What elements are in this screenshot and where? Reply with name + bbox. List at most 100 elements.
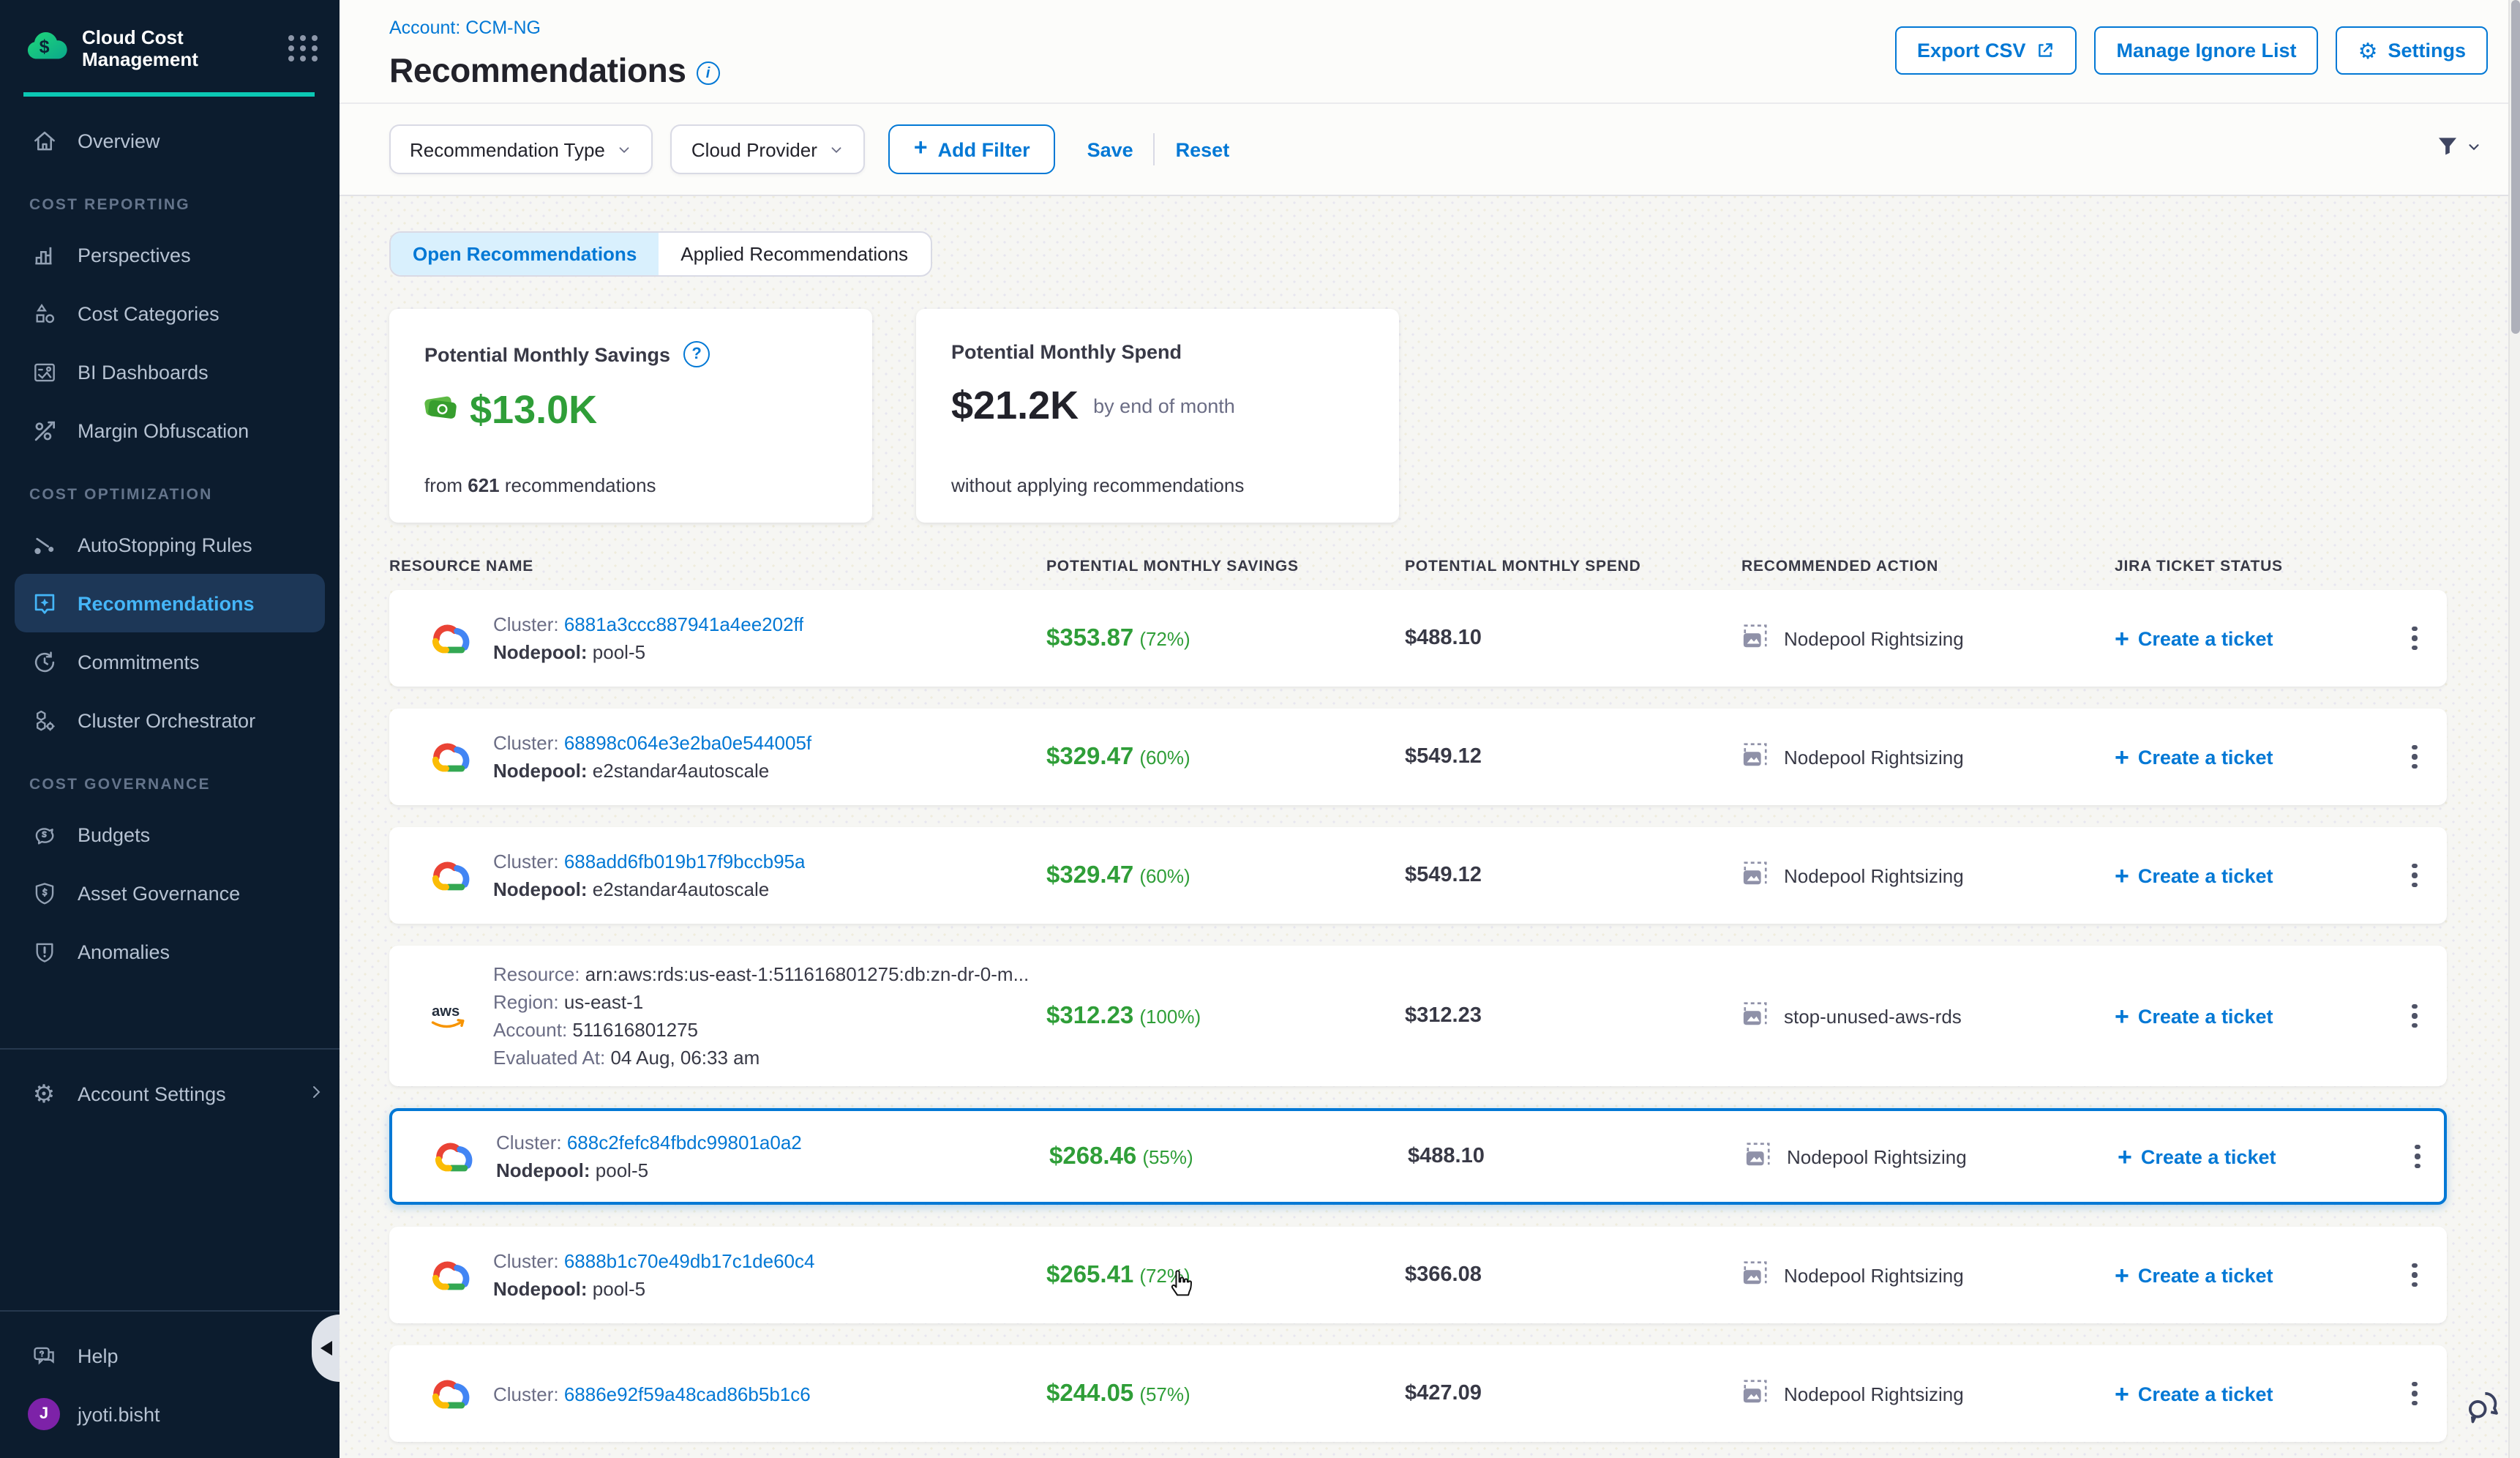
table-row[interactable]: Cluster: 6886e92f59a48cad86b5b1c6$244.05… (389, 1345, 2447, 1442)
svg-text:aws: aws (432, 1003, 460, 1020)
gcp-logo-icon (427, 739, 471, 775)
row-menu-kebab-icon[interactable] (2393, 1000, 2437, 1033)
sidebar-section-label: COST OPTIMIZATION (0, 460, 340, 515)
sidebar: $ Cloud CostManagement OverviewCOST REPO… (0, 0, 340, 1458)
sidebar-item-commitments[interactable]: Commitments (0, 632, 340, 691)
row-menu-kebab-icon[interactable] (2393, 622, 2437, 655)
sidebar-item-asset-governance[interactable]: Asset Governance (0, 864, 340, 922)
recommendation-type-dropdown[interactable]: Recommendation Type (389, 124, 653, 174)
chevron-down-icon (617, 141, 633, 157)
row-menu-kebab-icon[interactable] (2396, 1140, 2440, 1173)
manage-ignore-list-button[interactable]: Manage Ignore List (2095, 26, 2319, 75)
resource-link[interactable]: 68898c064e3e2ba0e544005f (564, 732, 811, 754)
sidebar-header: $ Cloud CostManagement (0, 0, 340, 97)
aws-logo-icon: aws (427, 1000, 471, 1032)
sidebar-item-label: Overview (78, 130, 160, 152)
table-row[interactable]: Cluster: 688add6fb019b17f9bccb95aNodepoo… (389, 827, 2447, 924)
resource-line-value: pool-5 (593, 1278, 645, 1300)
sidebar-item-recommendations[interactable]: Recommendations (15, 574, 325, 632)
create-ticket-button[interactable]: +Create a ticket (2115, 1003, 2393, 1028)
sidebar-item-margin-obfuscation[interactable]: Margin Obfuscation (0, 401, 340, 460)
sidebar-accent-underline (23, 92, 315, 97)
resource-link[interactable]: 688c2fefc84fbdc99801a0a2 (567, 1132, 802, 1154)
sidebar-item-help[interactable]: Help (0, 1326, 340, 1385)
potential-monthly-spend-value: $312.23 (1405, 1004, 1741, 1028)
row-menu-kebab-icon[interactable] (2393, 859, 2437, 892)
sidebar-item-anomalies[interactable]: Anomalies (0, 922, 340, 981)
table-row[interactable]: Cluster: 6888b1c70e49db17c1de60c4Nodepoo… (389, 1227, 2447, 1323)
funnel-icon (2435, 133, 2460, 165)
create-ticket-button[interactable]: +Create a ticket (2115, 1381, 2393, 1406)
sidebar-item-label: Perspectives (78, 244, 191, 266)
reset-filter-button[interactable]: Reset (1176, 138, 1230, 160)
col-potential-monthly-spend: POTENTIAL MONTHLY SPEND (1405, 558, 1741, 575)
rightsizing-action-icon (1741, 1259, 1769, 1291)
save-filter-button[interactable]: Save (1087, 138, 1133, 160)
resource-line-label: Region: (493, 991, 564, 1013)
gear-icon: ⚙ (2358, 37, 2378, 64)
sidebar-item-cost-categories[interactable]: Cost Categories (0, 284, 340, 343)
sidebar-item-label: Commitments (78, 651, 200, 673)
recommended-action-label: Nodepool Rightsizing (1784, 1264, 1964, 1286)
tab-applied-recommendations[interactable]: Applied Recommendations (659, 233, 930, 275)
info-icon[interactable]: i (697, 61, 720, 85)
create-ticket-button[interactable]: +Create a ticket (2115, 744, 2393, 769)
question-icon[interactable]: ? (683, 341, 710, 367)
export-csv-button[interactable]: Export CSV (1895, 26, 2077, 75)
spend-card-title: Potential Monthly Spend (951, 341, 1182, 363)
shield-alert-icon (29, 937, 59, 966)
shield-dollar-icon (29, 878, 59, 908)
col-potential-monthly-savings: POTENTIAL MONTHLY SAVINGS (1046, 558, 1405, 575)
sidebar-item-autostopping-rules[interactable]: AutoStopping Rules (0, 515, 340, 574)
resource-line-label: Cluster: (493, 1383, 564, 1405)
table-row[interactable]: Cluster: 6881a3ccc887941a4ee202ffNodepoo… (389, 590, 2447, 687)
plus-icon: + (914, 136, 928, 162)
resource-link[interactable]: 6881a3ccc887941a4ee202ff (564, 613, 804, 635)
chevron-down-icon (829, 141, 845, 157)
resource-line-value: pool-5 (593, 641, 645, 663)
plus-icon: + (2115, 744, 2129, 769)
breadcrumb-account-link[interactable]: Account: CCM-NG (389, 18, 541, 38)
create-ticket-button[interactable]: +Create a ticket (2115, 1263, 2393, 1287)
rightsizing-action-icon (1744, 1140, 1772, 1173)
resource-line-label: Cluster: (493, 613, 564, 635)
row-menu-kebab-icon[interactable] (2393, 741, 2437, 774)
app-grid-icon[interactable] (288, 35, 319, 61)
create-ticket-button[interactable]: +Create a ticket (2118, 1144, 2396, 1169)
support-chat-icon[interactable] (2463, 1388, 2502, 1435)
row-menu-kebab-icon[interactable] (2393, 1377, 2437, 1410)
sidebar-item-overview[interactable]: Overview (0, 111, 340, 170)
resource-line-label: Nodepool: (493, 1278, 593, 1300)
add-filter-button[interactable]: + Add Filter (889, 124, 1055, 174)
filter-drawer-toggle[interactable] (2435, 133, 2482, 165)
sidebar-item-label: Budgets (78, 823, 150, 845)
resource-line-label: Cluster: (493, 850, 564, 872)
table-row[interactable]: Cluster: 688c2fefc84fbdc99801a0a2Nodepoo… (389, 1108, 2447, 1205)
sidebar-item-bi-dashboards[interactable]: BI Dashboards (0, 343, 340, 401)
resource-link[interactable]: 6886e92f59a48cad86b5b1c6 (564, 1383, 811, 1405)
rightsizing-action-icon (1741, 859, 1769, 891)
col-jira-ticket-status: JIRA TICKET STATUS (2115, 558, 2393, 575)
sidebar-item-budgets[interactable]: Budgets (0, 805, 340, 864)
gear-icon: ⚙ (29, 1079, 59, 1108)
home-icon (29, 126, 59, 155)
potential-monthly-spend-value: $488.10 (1408, 1145, 1744, 1168)
recommendation-icon (29, 588, 59, 618)
resource-link[interactable]: 6888b1c70e49db17c1de60c4 (564, 1250, 815, 1272)
sidebar-item-account-settings[interactable]: ⚙ Account Settings (0, 1064, 340, 1123)
sidebar-item-perspectives[interactable]: Perspectives (0, 225, 340, 284)
create-ticket-button[interactable]: +Create a ticket (2115, 863, 2393, 888)
resource-link[interactable]: 688add6fb019b17f9bccb95a (564, 850, 806, 872)
tab-open-recommendations[interactable]: Open Recommendations (391, 233, 659, 275)
row-menu-kebab-icon[interactable] (2393, 1259, 2437, 1292)
cloud-provider-dropdown[interactable]: Cloud Provider (671, 124, 866, 174)
vertical-scrollbar[interactable] (2508, 0, 2520, 1458)
table-row[interactable]: Cluster: 68898c064e3e2ba0e544005fNodepoo… (389, 709, 2447, 805)
app-window: $ Cloud CostManagement OverviewCOST REPO… (0, 0, 2520, 1458)
create-ticket-button[interactable]: +Create a ticket (2115, 626, 2393, 651)
sidebar-user[interactable]: J jyoti.bisht (0, 1385, 340, 1443)
settings-button[interactable]: ⚙ Settings (2336, 26, 2488, 75)
table-row[interactable]: awsResource: arn:aws:rds:us-east-1:51161… (389, 946, 2447, 1086)
scrollbar-thumb[interactable] (2511, 0, 2520, 334)
sidebar-item-cluster-orchestrator[interactable]: Cluster Orchestrator (0, 691, 340, 749)
